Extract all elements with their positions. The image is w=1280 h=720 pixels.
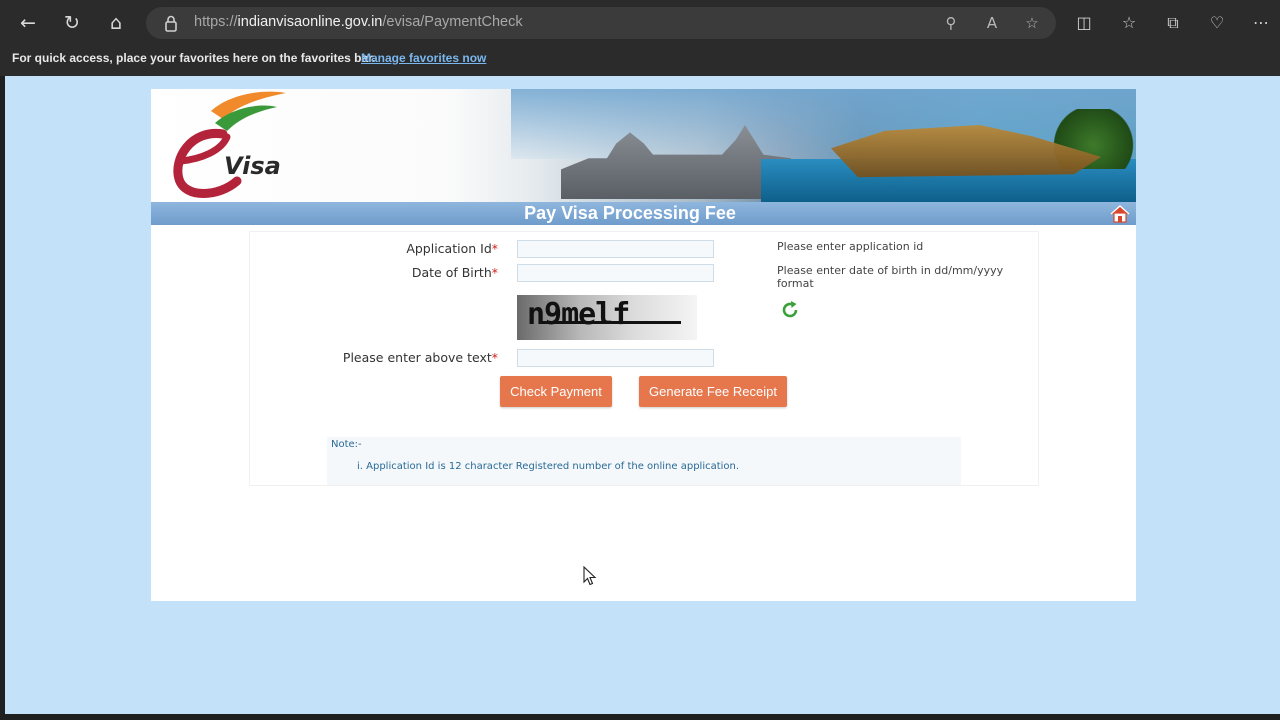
- dob-hint: Please enter date of birth in dd/mm/yyyy…: [777, 264, 1004, 290]
- note-item: i. Application Id is 12 character Regist…: [357, 461, 740, 472]
- url-host: indianvisaonline.gov.in: [237, 14, 383, 30]
- read-aloud-icon[interactable]: A: [981, 13, 1003, 33]
- content-panel: Visa Pay Visa Processing Fee Application…: [151, 89, 1136, 601]
- dob-label: Date of Birth*: [248, 265, 498, 280]
- manage-favorites-link[interactable]: Manage favorites now: [361, 51, 486, 65]
- zoom-out-icon[interactable]: ⚲: [940, 13, 962, 33]
- required-mark: *: [491, 265, 498, 280]
- url-path: /evisa/PaymentCheck: [382, 14, 523, 30]
- favorites-message: For quick access, place your favorites h…: [12, 51, 376, 65]
- url-text: https://indianvisaonline.gov.in/evisa/Pa…: [194, 14, 523, 30]
- favorites-icon[interactable]: ☆: [1118, 12, 1140, 34]
- evisa-banner: Visa: [151, 89, 1136, 202]
- dob-label-text: Date of Birth: [411, 265, 492, 280]
- required-mark: *: [491, 350, 498, 365]
- more-menu-icon[interactable]: ⋯: [1250, 12, 1272, 34]
- reload-icon[interactable]: ↻: [60, 11, 84, 35]
- address-bar[interactable]: https://indianvisaonline.gov.in/evisa/Pa…: [146, 7, 1056, 39]
- home-icon[interactable]: [1109, 205, 1131, 223]
- application-id-input[interactable]: [517, 240, 714, 258]
- captcha-strike-line: [541, 321, 681, 324]
- browser-essentials-icon[interactable]: ♡: [1206, 12, 1228, 34]
- application-id-label: Application Id*: [248, 241, 498, 256]
- browser-toolbar: ← ↻ ⌂ https://indianvisaonline.gov.in/ev…: [0, 0, 1280, 46]
- page-viewport: Visa Pay Visa Processing Fee Application…: [5, 76, 1280, 714]
- note-box: Note:- i. Application Id is 12 character…: [327, 437, 961, 485]
- captcha-input[interactable]: [517, 349, 714, 367]
- favorites-bar: For quick access, place your favorites h…: [0, 46, 1280, 76]
- home-nav-icon[interactable]: ⌂: [104, 11, 128, 35]
- captcha-image: n9melf: [517, 295, 697, 340]
- back-icon[interactable]: ←: [16, 11, 40, 35]
- captcha-text: n9melf: [527, 297, 630, 332]
- captcha-label: Please enter above text*: [248, 350, 498, 365]
- mouse-cursor-icon: [583, 566, 597, 586]
- url-prefix: https://: [194, 14, 238, 30]
- evisa-logo: Visa: [173, 91, 286, 198]
- lock-icon: [165, 15, 177, 32]
- split-screen-icon[interactable]: ◫: [1073, 12, 1095, 34]
- page-title: Pay Visa Processing Fee: [524, 203, 736, 223]
- refresh-captcha-icon[interactable]: [779, 299, 801, 321]
- application-id-label-text: Application Id: [406, 241, 492, 256]
- required-mark: *: [491, 241, 498, 256]
- dob-input[interactable]: [517, 264, 714, 282]
- logo-text: Visa: [224, 152, 281, 180]
- generate-fee-receipt-button[interactable]: Generate Fee Receipt: [639, 376, 787, 407]
- note-heading: Note:-: [331, 439, 362, 450]
- application-id-hint: Please enter application id: [777, 240, 924, 253]
- favorite-star-icon[interactable]: ☆: [1021, 13, 1043, 33]
- collections-icon[interactable]: ⧉: [1162, 12, 1184, 34]
- title-bar: Pay Visa Processing Fee: [151, 202, 1136, 225]
- check-payment-button[interactable]: Check Payment: [500, 376, 612, 407]
- captcha-label-text: Please enter above text: [342, 350, 492, 365]
- bottom-edge: [0, 714, 1280, 720]
